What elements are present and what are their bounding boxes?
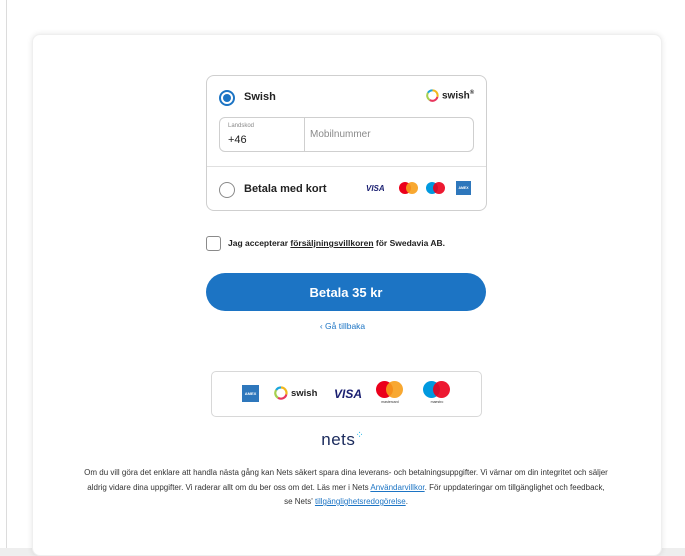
country-code-field[interactable]: Landskod +46 [220, 118, 305, 151]
swish-logo: swish® [426, 89, 474, 102]
payment-method-box: Swish swish® Landskod +46 Betala med kor… [206, 75, 487, 211]
swish-logo-strip: swish [274, 386, 317, 400]
terms-text: Jag accepterar försäljningsvillkoren för… [228, 238, 445, 248]
visa-icon: VISA [366, 184, 385, 193]
footer-text: Om du vill göra det enklare att handla n… [84, 468, 608, 506]
accessibility-statement-link[interactable]: tillgänglighetsredogörelse [315, 497, 406, 506]
window-edge [6, 0, 7, 556]
card-option-label[interactable]: Betala med kort [244, 183, 327, 195]
mastercard-icon [399, 182, 418, 194]
mobile-number-input[interactable] [308, 122, 472, 146]
phone-number-row: Landskod +46 [219, 117, 474, 152]
maestro-logo: maestro [423, 381, 451, 407]
nets-logo: nets⁘ [321, 430, 364, 449]
swish-icon [426, 89, 439, 102]
sales-terms-link[interactable]: försäljningsvillkoren [290, 238, 373, 248]
visa-logo: VISA [334, 387, 363, 401]
amex-logo: AMEX [242, 385, 259, 402]
nets-dots-icon: ⁘ [355, 430, 364, 441]
country-code-value: +46 [228, 134, 247, 146]
swish-option-label[interactable]: Swish [244, 91, 276, 103]
swish-radio[interactable] [219, 90, 235, 106]
payment-logos-strip: AMEX swish VISA mastercard maestro [211, 371, 482, 417]
option-divider [207, 166, 486, 167]
card-radio[interactable] [219, 182, 235, 198]
swish-icon [274, 386, 288, 400]
country-code-label: Landskod [228, 123, 255, 129]
maestro-icon [426, 182, 445, 194]
pay-button[interactable]: Betala 35 kr [206, 273, 486, 311]
user-terms-link[interactable]: Användarvillkor [370, 483, 424, 492]
mastercard-logo: mastercard [376, 381, 404, 407]
terms-checkbox[interactable] [206, 236, 221, 251]
back-link[interactable]: ‹ Gå tillbaka [0, 321, 685, 331]
amex-icon: AMEX [456, 181, 471, 195]
